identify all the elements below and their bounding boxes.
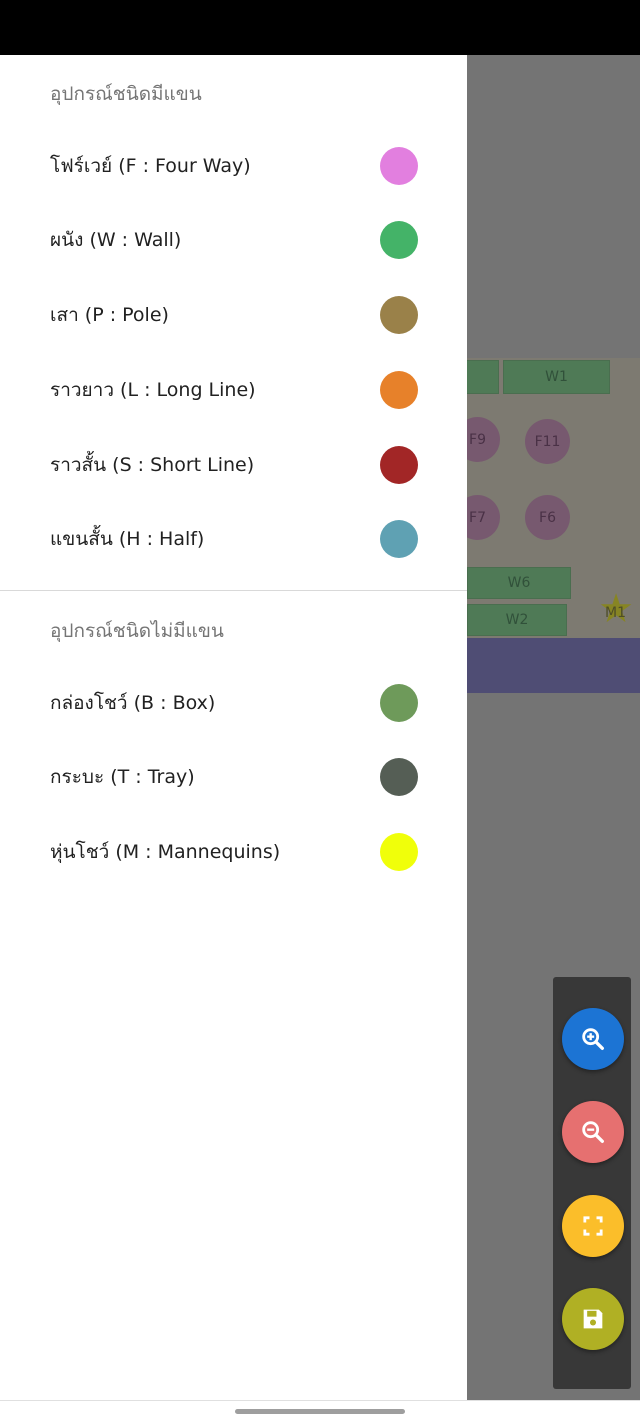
floor-plan-zone	[467, 638, 640, 693]
color-dot-icon	[380, 446, 418, 484]
status-bar	[0, 0, 640, 55]
legend-item-box[interactable]: กล่องโชว์ (B : Box)	[0, 673, 467, 733]
legend-item-label: หุ่นโชว์ (M : Mannequins)	[50, 841, 281, 863]
color-dot-icon	[380, 371, 418, 409]
map-tools-panel	[553, 977, 631, 1389]
legend-item-mannequins[interactable]: หุ่นโชว์ (M : Mannequins)	[0, 822, 467, 882]
legend-item-short-line[interactable]: ราวสั้น (S : Short Line)	[0, 435, 467, 495]
color-dot-icon	[380, 758, 418, 796]
fixture-wall	[467, 360, 499, 394]
section-title-with-arms: อุปกรณ์ชนิดมีแขน	[50, 83, 202, 105]
section-title-without-arms: อุปกรณ์ชนิดไม่มีแขน	[50, 620, 224, 642]
section-divider	[0, 590, 467, 591]
legend-drawer: อุปกรณ์ชนิดมีแขน โฟร์เวย์ (F : Four Way)…	[0, 55, 467, 1400]
legend-item-label: ราวยาว (L : Long Line)	[50, 379, 256, 401]
legend-item-label: เสา (P : Pole)	[50, 304, 169, 326]
legend-item-label: แขนสั้น (H : Half)	[50, 528, 205, 550]
fixture-fourway-f11[interactable]: F11	[525, 419, 570, 464]
zoom-in-icon	[582, 1028, 604, 1050]
fixture-fourway-f6[interactable]: F6	[525, 495, 570, 540]
legend-item-half[interactable]: แขนสั้น (H : Half)	[0, 509, 467, 569]
fit-screen-button[interactable]	[562, 1195, 624, 1257]
save-button[interactable]	[562, 1288, 624, 1350]
legend-item-four-way[interactable]: โฟร์เวย์ (F : Four Way)	[0, 136, 467, 196]
color-dot-icon	[380, 833, 418, 871]
legend-item-label: โฟร์เวย์ (F : Four Way)	[50, 155, 251, 177]
save-icon	[583, 1309, 603, 1329]
color-dot-icon	[380, 147, 418, 185]
fullscreen-icon	[583, 1216, 603, 1236]
legend-item-label: ผนัง (W : Wall)	[50, 229, 182, 251]
legend-item-label: ราวสั้น (S : Short Line)	[50, 454, 255, 476]
fixture-wall-w2[interactable]: W2	[467, 604, 567, 636]
legend-item-tray[interactable]: กระบะ (T : Tray)	[0, 747, 467, 807]
system-navigation-bar	[0, 1400, 640, 1423]
legend-item-wall[interactable]: ผนัง (W : Wall)	[0, 210, 467, 270]
color-dot-icon	[380, 221, 418, 259]
color-dot-icon	[380, 520, 418, 558]
legend-item-long-line[interactable]: ราวยาว (L : Long Line)	[0, 360, 467, 420]
fixture-mannequin-m1: M1	[605, 605, 626, 621]
home-gesture-handle[interactable]	[235, 1409, 405, 1414]
fixture-wall-w1[interactable]: W1	[503, 360, 610, 394]
zoom-in-button[interactable]	[562, 1008, 624, 1070]
legend-item-pole[interactable]: เสา (P : Pole)	[0, 285, 467, 345]
color-dot-icon	[380, 296, 418, 334]
color-dot-icon	[380, 684, 418, 722]
fixture-wall-w6[interactable]: W6	[467, 567, 571, 599]
legend-item-label: กระบะ (T : Tray)	[50, 766, 195, 788]
legend-item-label: กล่องโชว์ (B : Box)	[50, 692, 216, 714]
zoom-out-button[interactable]	[562, 1101, 624, 1163]
zoom-out-icon	[582, 1121, 604, 1143]
